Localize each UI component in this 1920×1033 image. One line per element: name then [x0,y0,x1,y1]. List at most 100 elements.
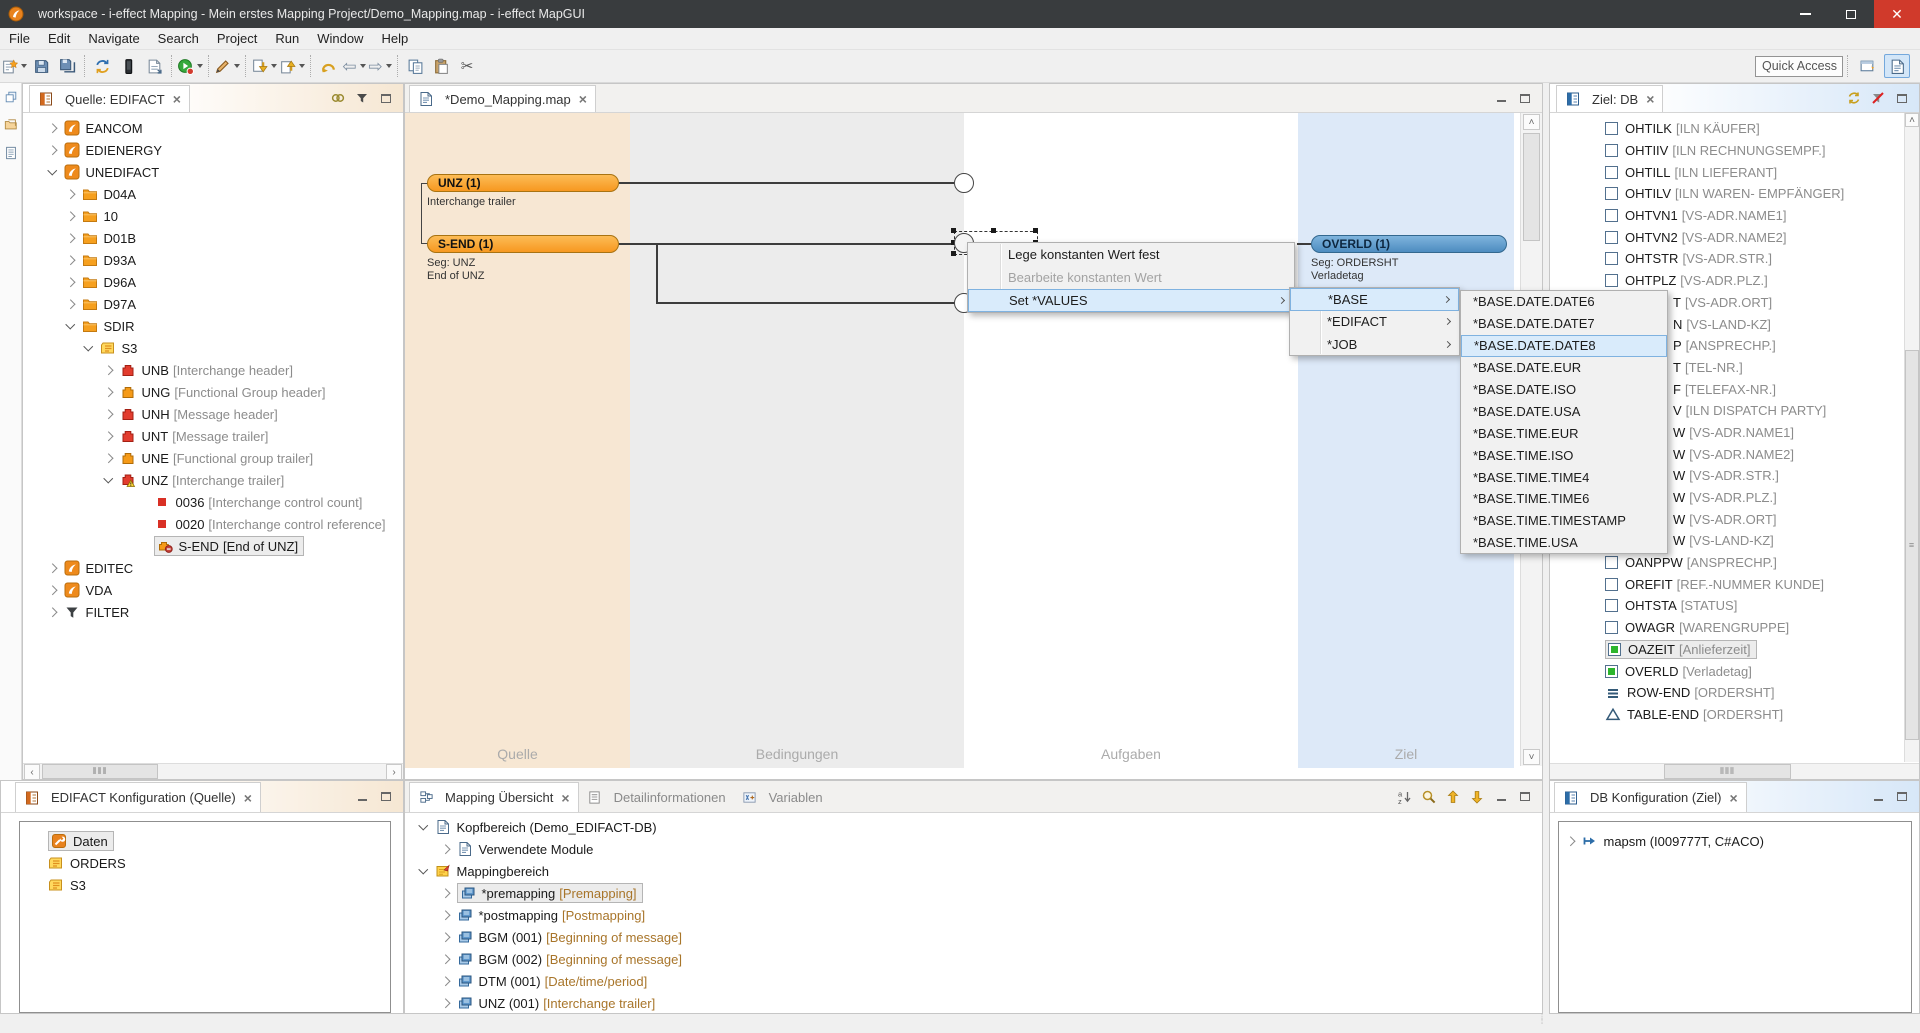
expand-icon[interactable] [48,607,57,616]
menu-help[interactable]: Help [372,28,417,50]
tree-item-unz[interactable]: UNZ[Interchange trailer] [23,469,403,491]
expand-icon[interactable] [441,932,450,941]
checkbox-icon[interactable] [1605,556,1618,569]
maximize-button[interactable] [1828,0,1874,28]
value-item--base-date-usa[interactable]: *BASE.DATE.USA [1461,400,1667,422]
collapse-icon[interactable] [104,474,113,483]
tab-ziel-db[interactable]: Ziel: DB× [1556,85,1663,112]
collapse-all-icon[interactable] [1444,788,1462,806]
submenu-item--base[interactable]: *BASE [1290,288,1459,311]
maximize-icon[interactable] [377,788,395,806]
mapping-canvas[interactable]: QuelleBedingungenAufgabenZielUNZ (1) Int… [405,113,1542,768]
save-all-button[interactable] [55,54,79,78]
tree-item-unt[interactable]: UNT[Message trailer] [23,425,403,447]
expand-icon[interactable] [66,189,75,198]
tree-item-bgm-001-[interactable]: BGM (001)[Beginning of message] [405,926,1542,948]
expand-icon[interactable] [48,585,57,594]
scroll-thumb[interactable] [1523,133,1540,241]
target-field-oanppw[interactable]: OANPPW[ANSPRECHP.] [1550,552,1897,574]
refresh-button[interactable] [90,54,114,78]
target-field-ohtplz[interactable]: OHTPLZ[VS-ADR.PLZ.] [1550,270,1897,292]
tree-item-kopfbereich-demo-edifact-db-[interactable]: Kopfbereich (Demo_EDIFACT-DB) [405,816,1542,838]
dropdown-caret-icon[interactable] [386,64,392,68]
tree-item-verwendete-module[interactable]: Verwendete Module [405,838,1542,860]
target-vscrollbar[interactable]: ˄ ≡ [1904,113,1919,762]
tree-item-d96a[interactable]: D96A [23,271,403,293]
expand-icon[interactable] [104,387,113,396]
tree-item-mappingbereich[interactable]: Mappingbereich [405,860,1542,882]
tree-item-filter[interactable]: FILTER [23,601,403,623]
checkbox-checked-icon[interactable] [1605,665,1618,678]
menu-window[interactable]: Window [308,28,372,50]
tree-item-unz-001-[interactable]: UNZ (001)[Interchange trailer] [405,992,1542,1013]
target-field-ohtilv[interactable]: OHTILV[ILN WAREN- EMPFÄNGER] [1550,183,1897,205]
checkbox-icon[interactable] [1605,231,1618,244]
tree-item-s3[interactable]: S3 [23,337,403,359]
value-item--base-date-date7[interactable]: *BASE.DATE.DATE7 [1461,313,1667,335]
checkbox-icon[interactable] [1605,252,1618,265]
target-field-oazeit[interactable]: OAZEIT[Anlieferzeit] [1550,639,1897,661]
config-item-s3[interactable]: S3 [20,874,390,896]
menu-search[interactable]: Search [149,28,208,50]
scroll-left-icon[interactable]: ‹ [24,764,40,780]
tab-quelle-edifact[interactable]: Quelle: EDIFACT× [29,85,190,112]
cut-button[interactable]: ✂ [455,54,479,78]
maximize-icon[interactable] [1893,89,1911,107]
expand-icon[interactable] [104,453,113,462]
expand-icon[interactable] [48,563,57,572]
connection-line-send[interactable] [619,243,955,245]
tree-item-dtm-001-[interactable]: DTM (001)[Date/time/period] [405,970,1542,992]
tree-item-unh[interactable]: UNH[Message header] [23,403,403,425]
forward-button[interactable]: ⇨ [368,54,392,78]
checkbox-icon[interactable] [1605,144,1618,157]
target-field-overld[interactable]: OVERLD[Verladetag] [1550,660,1897,682]
back-button[interactable]: ⇦ [342,54,366,78]
close-icon[interactable]: × [1730,790,1738,806]
db-config-item[interactable]: mapsm (I009777T, C#ACO) [1559,830,1911,852]
tree-item-editec[interactable]: EDITEC [23,557,403,579]
target-field-table-end[interactable]: TABLE-END[ORDERSHT] [1550,704,1897,726]
menu-edit[interactable]: Edit [39,28,79,50]
checkbox-icon[interactable] [1605,166,1618,179]
tree-item--premapping[interactable]: *premapping[Premapping] [405,882,1542,904]
dropdown-caret-icon[interactable] [197,64,203,68]
expand-icon[interactable] [441,910,450,919]
connection-line-branch-v[interactable] [656,243,658,303]
sync-icon[interactable] [1845,89,1863,107]
expand-icon[interactable] [66,277,75,286]
maximize-icon[interactable] [377,89,395,107]
mapgui-perspective-button[interactable] [1884,54,1910,78]
expand-all-icon[interactable] [1468,788,1486,806]
close-icon[interactable]: × [579,91,587,107]
tab-edifact-konfiguration[interactable]: EDIFACT Konfiguration (Quelle)× [15,782,261,812]
collapse-icon[interactable] [48,166,57,175]
close-icon[interactable]: × [244,790,252,806]
scroll-down-icon[interactable]: ˅ [1523,749,1540,765]
minimize-icon[interactable] [353,788,371,806]
tab-demo-mapping[interactable]: *Demo_Mapping.map× [409,85,596,112]
scroll-up-icon[interactable]: ˄ [1905,113,1919,127]
expand-icon[interactable] [48,145,57,154]
expand-icon[interactable] [66,211,75,220]
tree-item-0020[interactable]: 0020[Interchange control reference] [23,513,403,535]
minimize-icon[interactable] [1492,788,1510,806]
expand-icon[interactable] [441,976,450,985]
views-stack-icon[interactable] [3,117,19,133]
source-hscrollbar[interactable]: ‹ ⦀⦀⦀ › [23,763,403,779]
target-field-orefit[interactable]: OREFIT[REF.-NUMMER KUNDE] [1550,573,1897,595]
expand-icon[interactable] [104,409,113,418]
new-wizard-button[interactable] [1,54,27,78]
target-field-ohtill[interactable]: OHTILL[ILN LIEFERANT] [1550,161,1897,183]
menu-navigate[interactable]: Navigate [79,28,148,50]
checkbox-icon[interactable] [1605,122,1618,135]
menu-project[interactable]: Project [208,28,266,50]
tree-item-d01b[interactable]: D01B [23,227,403,249]
checkbox-icon[interactable] [1605,599,1618,612]
connection-point[interactable] [954,173,974,193]
target-field-ohtilk[interactable]: OHTILK[ILN KÄUFER] [1550,118,1897,140]
tree-item-sdir[interactable]: SDIR [23,315,403,337]
maximize-icon[interactable] [1516,788,1534,806]
scroll-up-icon[interactable]: ˄ [1523,114,1540,130]
node-unz[interactable]: UNZ (1) [427,174,619,192]
tab-db-konfiguration[interactable]: DB Konfiguration (Ziel)× [1554,782,1747,812]
